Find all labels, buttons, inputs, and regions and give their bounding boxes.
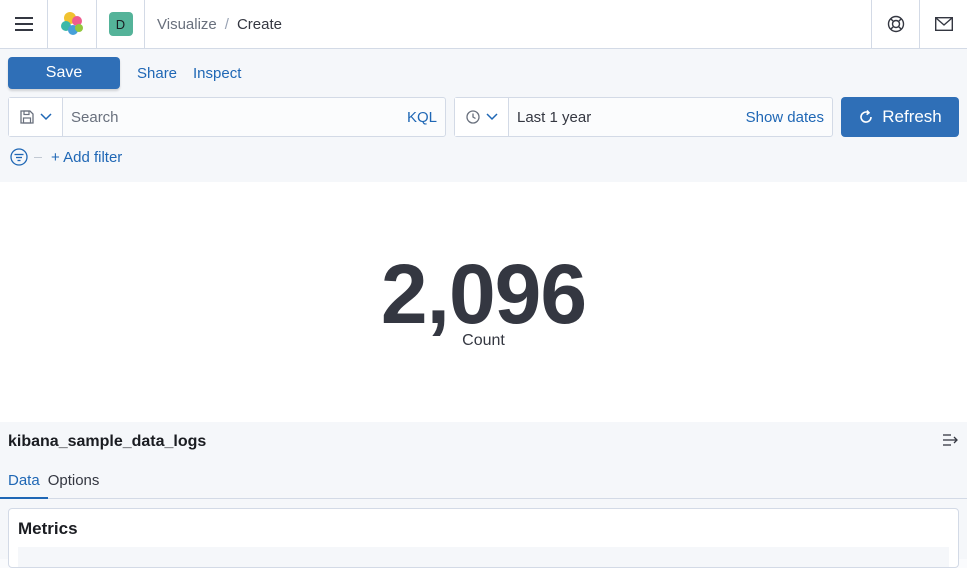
saved-query-button[interactable]: [9, 98, 63, 136]
date-picker: Last 1 year Show dates: [454, 97, 833, 137]
top-nav-area: Save Share Inspect KQL Last 1 yea: [0, 49, 967, 182]
breadcrumb: Visualize / Create: [145, 16, 871, 33]
help-button[interactable]: [871, 0, 919, 49]
metric-label: Count: [462, 332, 505, 349]
newsfeed-button[interactable]: [919, 0, 967, 49]
add-filter-button[interactable]: + Add filter: [51, 149, 122, 166]
calendar-clock-icon: [465, 110, 480, 124]
editor-sidebar: kibana_sample_data_logs Data Options Met…: [0, 422, 967, 568]
breadcrumb-visualize[interactable]: Visualize: [157, 16, 217, 33]
menu-button[interactable]: [0, 0, 48, 49]
date-range-text[interactable]: Last 1 year: [509, 109, 746, 126]
search-input[interactable]: [63, 98, 399, 136]
quick-select-button[interactable]: [455, 98, 509, 136]
filter-icon[interactable]: [10, 148, 28, 166]
top-header: D Visualize / Create: [0, 0, 967, 49]
share-link[interactable]: Share: [137, 65, 177, 82]
show-dates-link[interactable]: Show dates: [746, 109, 832, 126]
breadcrumb-create: Create: [236, 15, 282, 33]
metric-value: 2,096: [380, 247, 587, 341]
query-language-toggle[interactable]: KQL: [399, 109, 445, 126]
header-actions: [871, 0, 967, 49]
visualization-canvas: 2,096 Count: [0, 182, 967, 422]
save-button[interactable]: Save: [8, 57, 120, 89]
query-bar: KQL: [8, 97, 446, 137]
menu-icon: [14, 17, 33, 31]
filter-divider: [34, 156, 42, 158]
metrics-title: Metrics: [18, 519, 78, 538]
inspect-link[interactable]: Inspect: [193, 65, 241, 82]
index-pattern-title: kibana_sample_data_logs: [8, 433, 207, 450]
breadcrumb-separator: /: [224, 15, 229, 33]
editor-tabs: Data Options: [0, 466, 967, 499]
chevron-down-icon: [485, 113, 498, 121]
metric-agg-row[interactable]: [18, 547, 949, 567]
elastic-logo: [61, 12, 83, 35]
refresh-label: Refresh: [882, 107, 942, 126]
tab-options[interactable]: Options: [48, 466, 108, 499]
refresh-button[interactable]: Refresh: [841, 97, 959, 137]
chevron-down-icon: [39, 113, 52, 121]
space-selector[interactable]: D: [97, 0, 145, 49]
help-icon: [887, 15, 904, 33]
mail-icon: [934, 17, 953, 31]
filter-bar: + Add filter: [10, 148, 122, 166]
refresh-icon: [860, 109, 873, 123]
save-query-icon: [19, 110, 34, 124]
collapse-icon[interactable]: [943, 434, 959, 446]
metrics-panel: Metrics: [8, 508, 959, 568]
kibana-logo-link[interactable]: [48, 0, 97, 49]
space-avatar: D: [108, 12, 133, 36]
tab-data[interactable]: Data: [0, 466, 48, 499]
